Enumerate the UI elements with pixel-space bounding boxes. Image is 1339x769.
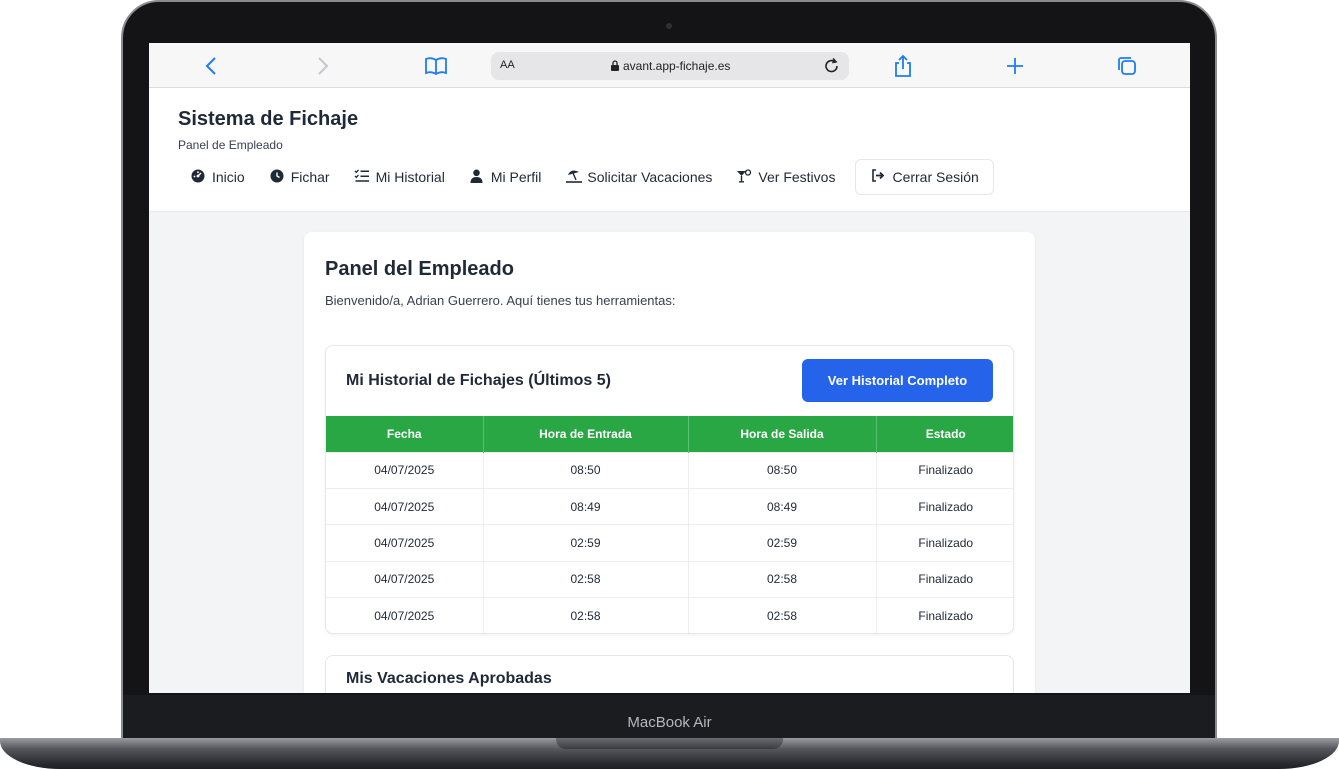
cell-date: 04/07/2025 (326, 451, 484, 489)
share-icon[interactable] (890, 53, 916, 79)
cell-exit-time: 02:58 (688, 597, 877, 633)
nav-fichar[interactable]: Fichar (257, 159, 342, 195)
cell-exit-time: 08:49 (688, 487, 877, 525)
table-row: 04/07/2025 08:49 08:49 Finalizado (326, 487, 1013, 525)
logout-label: Cerrar Sesión (892, 169, 979, 185)
cell-status: Finalizado (876, 597, 1013, 633)
vacations-section: Mis Vacaciones Aprobadas (325, 655, 1014, 693)
url-text: avant.app-fichaje.es (491, 59, 849, 73)
cell-date: 04/07/2025 (326, 524, 484, 562)
nav-inicio[interactable]: Inicio (178, 159, 257, 195)
camera (666, 23, 672, 29)
app-header: Sistema de Fichaje Panel de Empleado Ini… (149, 88, 1190, 212)
table-row: 04/07/2025 02:59 02:59 Finalizado (326, 524, 1013, 562)
forward-icon[interactable] (309, 53, 335, 79)
cell-status: Finalizado (876, 560, 1013, 598)
nav-ver-festivos[interactable]: Ver Festivos (724, 159, 847, 195)
cell-exit-time: 08:50 (688, 451, 877, 489)
reload-icon[interactable] (823, 55, 841, 82)
cell-exit-time: 02:59 (688, 524, 877, 562)
nav-label: Ver Festivos (758, 169, 836, 185)
table-row: 04/07/2025 02:58 02:58 Finalizado (326, 560, 1013, 598)
tabs-overview-icon[interactable] (1114, 53, 1140, 79)
table-header-row: Fecha Hora de Entrada Hora de Salida Est… (326, 416, 1013, 452)
history-section: Mi Historial de Fichajes (Últimos 5) Ver… (325, 345, 1014, 634)
history-table: Fecha Hora de Entrada Hora de Salida Est… (326, 416, 1013, 633)
lock-icon (610, 59, 623, 73)
table-row: 04/07/2025 08:50 08:50 Finalizado (326, 451, 1013, 489)
column-header: Estado (876, 416, 1013, 452)
dashboard-icon (190, 169, 206, 186)
device-label: MacBook Air (627, 714, 712, 731)
cocktail-icon (736, 168, 752, 186)
nav-label: Inicio (212, 169, 245, 185)
app-title: Sistema de Fichaje (178, 108, 359, 130)
cell-exit-time: 02:58 (688, 560, 877, 598)
welcome-text: Bienvenido/a, Adrian Guerrero. Aquí tien… (325, 293, 676, 308)
nav-label: Mi Perfil (490, 169, 542, 185)
bookmarks-icon[interactable] (423, 53, 449, 79)
screen: AA avant.app-fichaje.es Sistema de Ficha… (149, 43, 1190, 693)
cell-entry-time: 08:49 (483, 487, 689, 525)
view-full-history-button[interactable]: Ver Historial Completo (802, 359, 993, 402)
page-title: Panel del Empleado (325, 258, 514, 280)
nav-solicitar-vacaciones[interactable]: Solicitar Vacaciones (553, 159, 724, 195)
column-header: Fecha (326, 416, 484, 452)
logout-button[interactable]: Cerrar Sesión (855, 159, 994, 195)
table-row: 04/07/2025 02:58 02:58 Finalizado (326, 597, 1013, 633)
nav-label: Mi Historial (375, 169, 445, 185)
clock-icon (269, 169, 285, 186)
employee-panel-card: Panel del Empleado Bienvenido/a, Adrian … (304, 232, 1035, 693)
laptop-notch (556, 738, 783, 749)
nav-label: Solicitar Vacaciones (587, 169, 713, 185)
cell-date: 04/07/2025 (326, 487, 484, 525)
cell-entry-time: 02:59 (483, 524, 689, 562)
history-title: Mi Historial de Fichajes (Últimos 5) (346, 372, 611, 389)
column-header: Hora de Entrada (483, 416, 689, 452)
nav-mi-historial[interactable]: Mi Historial (342, 159, 457, 195)
cell-status: Finalizado (876, 524, 1013, 562)
column-header: Hora de Salida (688, 416, 877, 452)
sign-out-icon (870, 169, 886, 185)
list-check-icon (354, 169, 370, 186)
new-tab-icon[interactable] (1002, 53, 1028, 79)
cell-date: 04/07/2025 (326, 560, 484, 598)
cell-status: Finalizado (876, 451, 1013, 489)
nav-mi-perfil[interactable]: Mi Perfil (457, 159, 554, 195)
vacations-title: Mis Vacaciones Aprobadas (346, 670, 552, 687)
address-bar[interactable]: AA avant.app-fichaje.es (491, 52, 849, 80)
main-nav: Inicio Fichar Mi Historial Mi Perfil Sol… (178, 158, 994, 196)
app-subtitle: Panel de Empleado (178, 138, 283, 152)
url-label: avant.app-fichaje.es (622, 59, 731, 73)
cell-entry-time: 02:58 (483, 597, 689, 633)
umbrella-beach-icon (565, 169, 583, 186)
cell-entry-time: 02:58 (483, 560, 689, 598)
nav-label: Fichar (290, 169, 330, 185)
user-icon (469, 169, 485, 186)
cell-status: Finalizado (876, 487, 1013, 525)
back-icon[interactable] (199, 53, 225, 79)
browser-toolbar: AA avant.app-fichaje.es (149, 43, 1190, 88)
cell-entry-time: 08:50 (483, 451, 689, 489)
cell-date: 04/07/2025 (326, 597, 484, 633)
